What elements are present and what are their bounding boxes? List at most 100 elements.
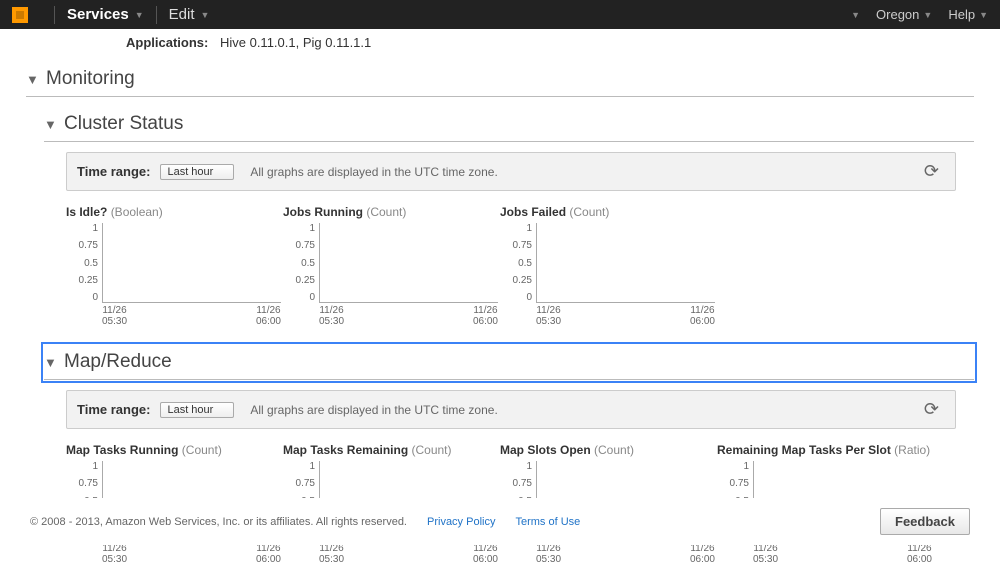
xtick: 11/26 06:00 xyxy=(690,543,715,561)
ytick: 0.75 xyxy=(79,240,98,251)
section-mapreduce[interactable]: ▼ Map/Reduce xyxy=(44,345,974,380)
refresh-button[interactable]: ⟳ xyxy=(918,397,945,422)
chart-yaxis: 1 0.75 0.5 0.25 0 xyxy=(500,223,536,303)
ytick: 1 xyxy=(743,461,749,472)
timerange-label: Time range: xyxy=(77,402,150,417)
chart-xaxis: 11/26 05:30 11/26 06:00 xyxy=(536,305,715,323)
refresh-button[interactable]: ⟳ xyxy=(918,159,945,184)
nav-divider xyxy=(54,6,55,24)
services-menu[interactable]: Services ▼ xyxy=(67,6,144,23)
caret-down-icon: ▼ xyxy=(201,10,210,20)
timerange-label: Time range: xyxy=(77,164,150,179)
feedback-button[interactable]: Feedback xyxy=(880,508,970,535)
account-menu[interactable]: ▼ xyxy=(845,10,860,20)
timerange-bar-cluster: Time range: Last hour All graphs are dis… xyxy=(66,152,956,191)
xtick: 11/26 05:30 xyxy=(319,543,344,561)
applications-value: Hive 0.11.0.1, Pig 0.11.1.1 xyxy=(220,35,371,50)
footer: © 2008 - 2013, Amazon Web Services, Inc.… xyxy=(0,498,1000,545)
services-label: Services xyxy=(67,6,129,23)
ytick: 0.5 xyxy=(518,258,532,269)
chart-body: 10.750.50.25011/26 05:3011/26 06:00 xyxy=(66,223,281,323)
chart-xaxis: 11/26 05:30 11/26 06:00 xyxy=(536,543,715,561)
chart-xaxis: 11/26 05:30 11/26 06:00 xyxy=(319,305,498,323)
ytick: 1 xyxy=(526,461,532,472)
timerange-select[interactable]: Last hour xyxy=(160,164,234,180)
xtick: 11/26 05:30 xyxy=(102,543,127,561)
section-cluster-status[interactable]: ▼ Cluster Status xyxy=(44,107,974,142)
ytick: 0.25 xyxy=(513,275,532,286)
utc-note: All graphs are displayed in the UTC time… xyxy=(250,165,497,179)
timerange-bar-mapreduce: Time range: Last hour All graphs are dis… xyxy=(66,390,956,429)
section-title: Map/Reduce xyxy=(64,351,172,373)
collapse-icon: ▼ xyxy=(26,72,38,87)
xtick: 11/26 06:00 xyxy=(256,305,281,323)
collapse-icon: ▼ xyxy=(44,117,56,132)
nav-divider xyxy=(156,6,157,24)
chart-yaxis: 10.750.50.250 xyxy=(66,223,102,303)
ytick: 0.5 xyxy=(301,258,315,269)
xtick: 11/26 06:00 xyxy=(907,543,932,561)
timerange-select[interactable]: Last hour xyxy=(160,402,234,418)
chart-plot xyxy=(319,223,498,303)
help-menu[interactable]: Help ▼ xyxy=(948,7,988,22)
xtick: 11/26 06:00 xyxy=(473,305,498,323)
xtick: 11/26 05:30 xyxy=(536,305,561,323)
chart-title: Map Tasks Running (Count) xyxy=(66,443,281,457)
caret-down-icon: ▼ xyxy=(923,10,932,20)
chart-title: Jobs Failed (Count) xyxy=(500,205,715,219)
caret-down-icon: ▼ xyxy=(979,10,988,20)
privacy-link[interactable]: Privacy Policy xyxy=(427,516,495,528)
applications-label: Applications: xyxy=(126,35,208,50)
region-menu[interactable]: Oregon ▼ xyxy=(876,7,932,22)
utc-note: All graphs are displayed in the UTC time… xyxy=(250,403,497,417)
chart-title: Is Idle? (Boolean) xyxy=(66,205,281,219)
ytick: 0.75 xyxy=(513,240,532,251)
chart-yaxis: 10.750.50.250 xyxy=(283,223,319,303)
chart-body: 10.750.50.25011/26 05:3011/26 06:00 xyxy=(283,223,498,323)
chart[interactable]: Is Idle? (Boolean)10.750.50.25011/26 05:… xyxy=(66,201,281,327)
terms-link[interactable]: Terms of Use xyxy=(515,516,580,528)
xtick: 11/26 06:00 xyxy=(690,305,715,323)
collapse-icon: ▼ xyxy=(44,355,56,370)
refresh-icon: ⟳ xyxy=(924,399,939,419)
section-monitoring[interactable]: ▼ Monitoring xyxy=(26,62,974,97)
xtick: 11/26 05:30 xyxy=(536,543,561,561)
section-title: Cluster Status xyxy=(64,113,183,135)
chart-plot xyxy=(102,223,281,303)
ytick: 0.25 xyxy=(79,275,98,286)
top-nav: Services ▼ Edit ▼ ▼ Oregon ▼ Help ▼ xyxy=(0,0,1000,29)
chart-xaxis: 11/26 05:3011/26 06:00 xyxy=(102,543,281,561)
caret-down-icon: ▼ xyxy=(135,10,144,20)
ytick: 0 xyxy=(526,292,532,303)
chart-title: Map Slots Open (Count) xyxy=(500,443,715,457)
cluster-charts-row: Is Idle? (Boolean) 1 0.75 0.5 0.25 0 11/26 05:… xyxy=(66,201,956,327)
ytick: 0.75 xyxy=(730,478,749,489)
chart-title: Jobs Running (Count) xyxy=(283,205,498,219)
region-label: Oregon xyxy=(876,7,919,22)
chart[interactable]: Jobs Failed (Count) 1 0.75 0.5 0.25 0 11/26 05… xyxy=(500,201,715,327)
ytick: 0.75 xyxy=(513,478,532,489)
refresh-icon: ⟳ xyxy=(924,161,939,181)
chart[interactable]: Jobs Running (Count)10.750.50.25011/26 0… xyxy=(283,201,498,327)
chart-title: Map Tasks Remaining (Count) xyxy=(283,443,498,457)
ytick: 0 xyxy=(309,292,315,303)
ytick: 0.75 xyxy=(79,478,98,489)
chart-xaxis: 11/26 05:3011/26 06:00 xyxy=(319,543,498,561)
edit-menu[interactable]: Edit ▼ xyxy=(169,6,210,23)
ytick: 1 xyxy=(92,461,98,472)
ytick: 1 xyxy=(309,223,315,234)
xtick: 11/26 05:30 xyxy=(319,305,344,323)
help-label: Help xyxy=(948,7,975,22)
xtick: 11/26 05:30 xyxy=(102,305,127,323)
section-title: Monitoring xyxy=(46,68,135,90)
ytick: 1 xyxy=(92,223,98,234)
chart-xaxis: 11/26 05:30 11/26 06:00 xyxy=(102,305,281,323)
copyright: © 2008 - 2013, Amazon Web Services, Inc.… xyxy=(30,516,407,528)
ytick: 0 xyxy=(92,292,98,303)
ytick: 1 xyxy=(309,461,315,472)
aws-logo-icon[interactable] xyxy=(12,7,28,23)
chart-xaxis: 11/26 05:3011/26 06:00 xyxy=(753,543,932,561)
ytick: 0.75 xyxy=(296,240,315,251)
ytick: 1 xyxy=(526,223,532,234)
chart-plot xyxy=(536,223,715,303)
